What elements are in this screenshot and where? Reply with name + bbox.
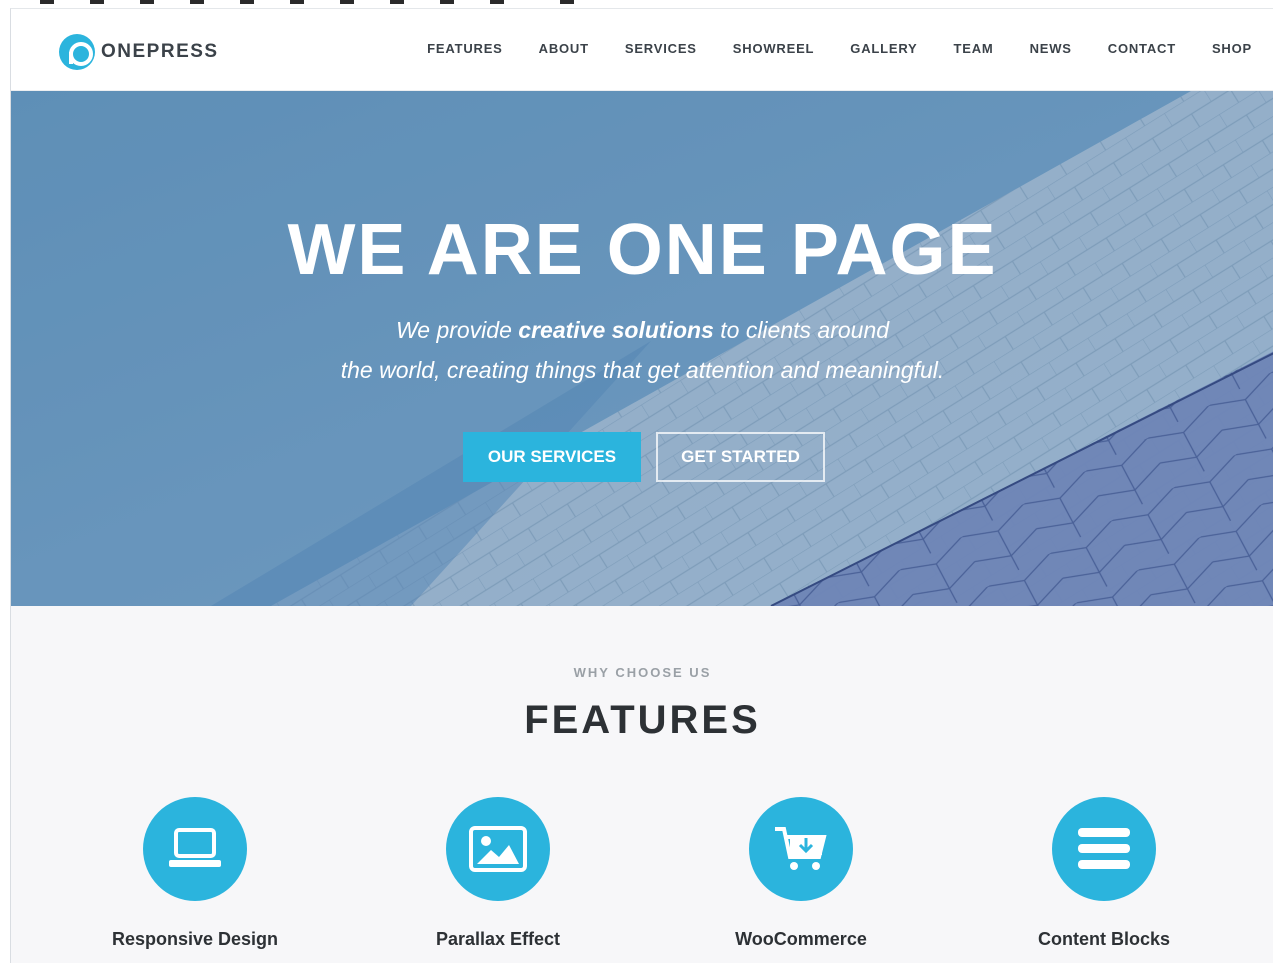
feature-content-blocks: Content Blocks [984,797,1224,950]
feature-label: Responsive Design [111,929,279,949]
feature-label: Content Blocks [1037,929,1170,949]
nav-contact[interactable]: CONTACT [1108,41,1176,56]
main-nav: FEATURES ABOUT SERVICES SHOWREEL GALLERY… [391,41,1252,56]
browser-page: ONEPRESS FEATURES ABOUT SERVICES SHOWREE… [10,8,1273,963]
hero-subtitle-highlight: creative solutions [518,317,714,343]
nav-about[interactable]: ABOUT [539,41,589,56]
menu-bars-icon [1052,797,1156,901]
logo-icon [59,34,95,70]
hero-subtitle-line-1: We provide creative solutions to clients… [11,317,1273,344]
feature-label: Parallax Effect [435,929,561,949]
features-section: WHY CHOOSE US FEATURES Responsive Design… [11,606,1273,963]
image-icon [446,797,550,901]
site-logo[interactable]: ONEPRESS [59,34,219,70]
hero-subtitle-line-2: the world, creating things that get atte… [340,357,945,383]
feature-woocommerce: WooCommerce [681,797,921,950]
feature-responsive-design: Responsive Design [75,797,315,950]
hero-subtitle-pre: We provide [395,317,519,343]
nav-showreel[interactable]: SHOWREEL [733,41,815,56]
cart-download-icon [749,797,853,901]
site-header: ONEPRESS FEATURES ABOUT SERVICES SHOWREE… [11,9,1273,91]
get-started-button[interactable]: GET STARTED [656,432,825,482]
nav-team[interactable]: TEAM [954,41,994,56]
section-title: FEATURES [524,698,761,742]
our-services-button[interactable]: OUR SERVICES [463,432,641,482]
nav-gallery[interactable]: GALLERY [850,41,917,56]
laptop-icon [143,797,247,901]
nav-shop[interactable]: SHOP [1212,41,1252,56]
hero-title: WE ARE ONE PAGE [287,210,998,290]
feature-label: WooCommerce [735,929,867,949]
top-edge-marks [40,0,600,8]
feature-parallax-effect: Parallax Effect [378,797,618,950]
nav-features[interactable]: FEATURES [427,41,503,56]
section-eyebrow: WHY CHOOSE US [573,665,712,680]
nav-news[interactable]: NEWS [1030,41,1072,56]
brand-name: ONEPRESS [101,41,219,62]
hero-background-image [11,91,1273,606]
hero-subtitle-post: to clients around [713,317,890,343]
hero-section: WE ARE ONE PAGE We provide creative solu… [11,91,1273,606]
nav-services[interactable]: SERVICES [625,41,697,56]
